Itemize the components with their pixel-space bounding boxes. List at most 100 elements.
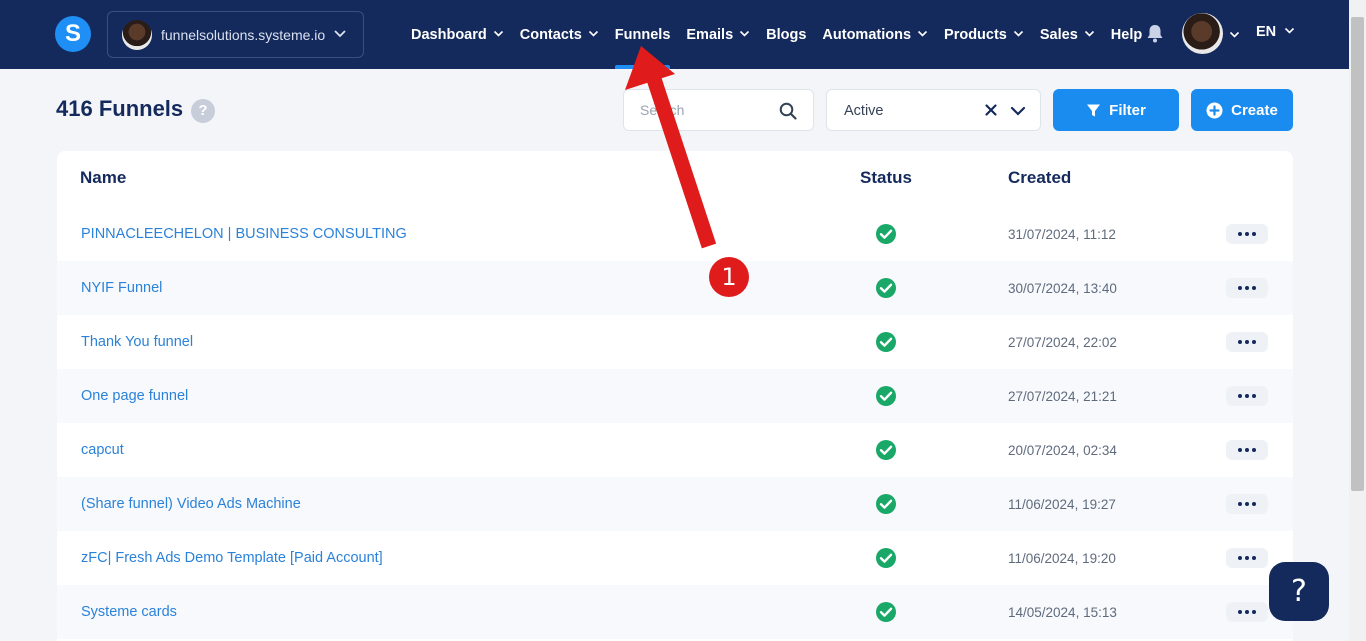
language-label: EN (1256, 24, 1277, 40)
nav-emails[interactable]: Emails (686, 0, 750, 69)
check-circle-icon (875, 331, 897, 353)
filter-icon (1086, 103, 1101, 118)
scrollbar-thumb[interactable] (1351, 17, 1364, 491)
user-avatar[interactable] (1182, 13, 1223, 54)
nav-automations[interactable]: Automations (822, 0, 928, 69)
nav-automations-label: Automations (822, 26, 912, 43)
filter-button[interactable]: Filter (1053, 89, 1179, 131)
more-icon[interactable] (1226, 386, 1268, 406)
create-button-label: Create (1231, 101, 1278, 119)
funnel-name-link[interactable]: (Share funnel) Video Ads Machine (81, 496, 301, 512)
search-input[interactable] (640, 102, 780, 118)
annotation-step-badge: 1 (709, 257, 749, 297)
nav-help[interactable]: Help (1111, 0, 1142, 69)
chevron-down-icon[interactable] (1010, 104, 1026, 123)
created-date: 31/07/2024, 11:12 (1008, 227, 1116, 242)
created-date: 27/07/2024, 21:21 (1008, 389, 1117, 404)
nav-blogs[interactable]: Blogs (766, 0, 806, 69)
nav-dashboard-label: Dashboard (411, 26, 487, 43)
check-circle-icon (875, 277, 897, 299)
column-header-created[interactable]: Created (1008, 168, 1071, 188)
more-icon[interactable] (1226, 332, 1268, 352)
nav-products-label: Products (944, 26, 1007, 43)
table-header: Name Status Created (57, 151, 1293, 207)
funnel-name-link[interactable]: capcut (81, 442, 124, 458)
created-date: 11/06/2024, 19:27 (1008, 497, 1116, 512)
more-icon[interactable] (1226, 602, 1268, 622)
plus-circle-icon (1206, 102, 1223, 119)
funnel-name-link[interactable]: PINNACLEECHELON | BUSINESS CONSULTING (81, 226, 407, 242)
chevron-down-icon (739, 27, 750, 43)
table-row[interactable]: capcut 20/07/2024, 02:34 (57, 423, 1293, 477)
create-button[interactable]: Create (1191, 89, 1293, 131)
search-box[interactable] (623, 89, 814, 131)
more-icon[interactable] (1226, 224, 1268, 244)
funnel-name-link[interactable]: Systeme cards (81, 604, 177, 620)
status-select[interactable]: Active (826, 89, 1041, 131)
check-circle-icon (875, 493, 897, 515)
more-icon[interactable] (1226, 494, 1268, 514)
page-scrollbar[interactable] (1349, 0, 1366, 641)
filter-button-label: Filter (1109, 101, 1146, 119)
nav-contacts-label: Contacts (519, 26, 582, 43)
chevron-down-icon (1284, 24, 1295, 40)
check-circle-icon (875, 547, 897, 569)
main-nav: Dashboard Contacts Funnels Emails Blogs … (411, 0, 1158, 69)
table-row[interactable]: Systeme cards 14/05/2024, 15:13 (57, 585, 1293, 639)
chevron-down-icon (1013, 27, 1024, 43)
nav-help-label: Help (1110, 26, 1143, 43)
workspace-avatar (122, 19, 152, 50)
table-row[interactable]: Thank You funnel 27/07/2024, 22:02 (57, 315, 1293, 369)
table-row[interactable]: One page funnel 27/07/2024, 21:21 (57, 369, 1293, 423)
chevron-down-icon[interactable] (1229, 27, 1240, 45)
created-date: 30/07/2024, 13:40 (1008, 281, 1117, 296)
more-icon[interactable] (1226, 278, 1268, 298)
column-header-status[interactable]: Status (860, 168, 912, 188)
close-icon[interactable] (984, 103, 998, 122)
funnels-table: Name Status Created PINNACLEECHELON | BU… (57, 151, 1293, 641)
support-chat-button[interactable]: ? (1269, 562, 1329, 621)
table-row[interactable]: PINNACLEECHELON | BUSINESS CONSULTING 31/… (57, 207, 1293, 261)
check-circle-icon (875, 223, 897, 245)
created-date: 14/05/2024, 15:13 (1008, 605, 1117, 620)
chevron-down-icon (493, 27, 504, 43)
funnel-name-link[interactable]: Thank You funnel (81, 334, 193, 350)
chevron-down-icon (333, 26, 347, 45)
systeme-logo-icon[interactable]: S (55, 16, 91, 52)
table-row[interactable]: (Share funnel) Video Ads Machine 11/06/20… (57, 477, 1293, 531)
top-navbar: S funnelsolutions.systeme.io Dashboard C… (0, 0, 1349, 69)
nav-funnels-label: Funnels (614, 26, 671, 43)
nav-contacts[interactable]: Contacts (520, 0, 599, 69)
bell-icon[interactable] (1145, 23, 1165, 49)
page-title: 416 Funnels (56, 96, 184, 121)
funnel-name-link[interactable]: One page funnel (81, 388, 188, 404)
more-icon[interactable] (1226, 548, 1268, 568)
nav-funnels[interactable]: Funnels (614, 0, 671, 69)
funnel-name-link[interactable]: zFC| Fresh Ads Demo Template [Paid Accou… (81, 550, 383, 566)
nav-dashboard[interactable]: Dashboard (411, 0, 504, 69)
chevron-down-icon (1084, 27, 1095, 43)
workspace-name: funnelsolutions.systeme.io (161, 26, 326, 43)
created-date: 20/07/2024, 02:34 (1008, 443, 1117, 458)
created-date: 11/06/2024, 19:20 (1008, 551, 1116, 566)
table-row[interactable]: NYIF Funnel 30/07/2024, 13:40 (57, 261, 1293, 315)
check-circle-icon (875, 385, 897, 407)
nav-sales-label: Sales (1039, 26, 1078, 43)
nav-blogs-label: Blogs (766, 26, 807, 43)
help-icon[interactable]: ? (191, 99, 215, 123)
chevron-down-icon (588, 27, 599, 43)
table-row[interactable]: zFC| Fresh Ads Demo Template [Paid Accou… (57, 531, 1293, 585)
search-icon[interactable] (779, 102, 797, 125)
nav-sales[interactable]: Sales (1040, 0, 1095, 69)
more-icon[interactable] (1226, 440, 1268, 460)
funnel-name-link[interactable]: NYIF Funnel (81, 280, 162, 296)
column-header-name[interactable]: Name (80, 168, 126, 188)
chevron-down-icon (917, 27, 928, 43)
nav-products[interactable]: Products (944, 0, 1024, 69)
language-selector[interactable]: EN (1256, 24, 1295, 40)
check-circle-icon (875, 601, 897, 623)
check-circle-icon (875, 439, 897, 461)
created-date: 27/07/2024, 22:02 (1008, 335, 1117, 350)
workspace-switcher[interactable]: funnelsolutions.systeme.io (107, 11, 364, 58)
nav-emails-label: Emails (686, 26, 734, 43)
